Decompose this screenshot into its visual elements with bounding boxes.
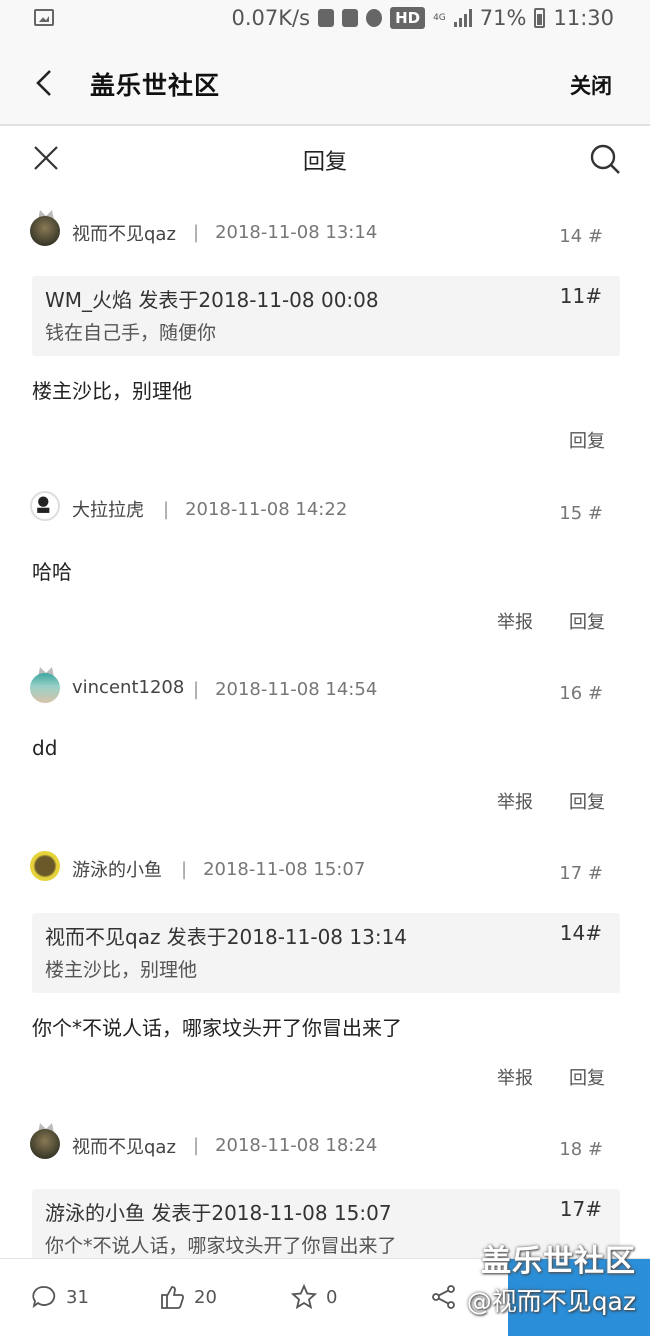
like-count: 20 <box>194 1286 217 1308</box>
quote-header: WM_火焰 发表于2018-11-08 00:08 <box>45 288 379 312</box>
report-button[interactable]: 举报 <box>497 608 533 634</box>
floor-number: 18 # <box>559 1139 603 1160</box>
quote-text: 你个*不说人话，哪家坟头开了你冒出来了 <box>45 1235 397 1257</box>
username[interactable]: 视而不见qaz <box>72 220 176 246</box>
username[interactable]: 游泳的小鱼 <box>72 856 162 882</box>
share-button[interactable] <box>430 1283 458 1311</box>
report-button[interactable]: 举报 <box>497 788 533 814</box>
reply-button[interactable]: 回复 <box>569 788 605 814</box>
post-date: 2018-11-08 13:14 <box>193 222 377 243</box>
battery-icon <box>534 8 546 28</box>
floor-number: 16 # <box>559 683 603 704</box>
floor-number: 14 # <box>559 226 603 247</box>
search-icon[interactable] <box>588 142 622 176</box>
quote-floor: 11# <box>559 284 602 308</box>
floor-number: 15 # <box>559 503 603 524</box>
reply-button[interactable]: 回复 <box>569 427 605 453</box>
star-icon <box>290 1283 318 1310</box>
quoted-reply: 视而不见qaz 发表于2018-11-08 13:14 14# 楼主沙比，别理他 <box>32 913 620 993</box>
favorite-button[interactable]: 0 <box>290 1283 337 1311</box>
post-date: 2018-11-08 15:07 <box>181 859 365 880</box>
avatar[interactable] <box>30 216 60 246</box>
floor-number: 17 # <box>559 863 603 884</box>
alarm-icon <box>366 9 383 27</box>
quoted-reply: 游泳的小鱼 发表于2018-11-08 15:07 17# 你个*不说人话，哪家… <box>32 1189 620 1269</box>
quote-header: 视而不见qaz 发表于2018-11-08 13:14 <box>45 925 408 949</box>
post-content: 楼主沙比，别理他 <box>32 379 192 403</box>
username[interactable]: 大拉拉虎 <box>72 496 144 522</box>
gallery-icon <box>34 9 54 26</box>
avatar[interactable] <box>30 673 60 703</box>
tiger-avatar-icon <box>37 496 50 513</box>
close-button[interactable]: 关闭 <box>570 70 612 100</box>
reply-header: 回复 <box>0 128 650 190</box>
title-bar: 盖乐世社区 关闭 <box>0 40 650 126</box>
network-speed: 0.07K/s <box>231 6 311 30</box>
avatar[interactable] <box>30 1129 60 1159</box>
avatar[interactable] <box>30 851 60 881</box>
network-type: 4G <box>433 12 446 23</box>
comment-button[interactable]: 31 <box>30 1283 89 1311</box>
like-button[interactable]: 20 <box>158 1283 217 1311</box>
comment-icon <box>32 1286 56 1309</box>
share-icon <box>432 1285 455 1309</box>
page-title: 盖乐世社区 <box>90 71 221 100</box>
reply-button[interactable]: 回复 <box>569 1064 605 1090</box>
back-arrow-icon[interactable] <box>32 68 60 98</box>
clock: 11:30 <box>553 6 614 30</box>
username[interactable]: 视而不见qaz <box>72 1133 176 1159</box>
reply-compose-button[interactable] <box>508 1259 650 1336</box>
post-content: 你个*不说人话，哪家坟头开了你冒出来了 <box>32 1016 402 1040</box>
favorite-count: 0 <box>326 1286 338 1308</box>
status-bar: 0.07K/s HD 4G 71% 11:30 <box>0 0 650 40</box>
battery-percent: 71% <box>479 6 527 30</box>
mute-icon <box>342 9 359 27</box>
quote-text: 楼主沙比，别理他 <box>45 959 198 981</box>
quote-floor: 14# <box>559 921 602 945</box>
quote-text: 钱在自己手，随便你 <box>45 322 217 344</box>
thumbs-up-icon <box>161 1286 185 1309</box>
post-content: 哈哈 <box>32 560 72 584</box>
post-date: 2018-11-08 18:24 <box>193 1135 377 1156</box>
signal-icon <box>453 9 472 27</box>
report-button[interactable]: 举报 <box>497 1064 533 1090</box>
bottom-action-bar: 31 20 0 <box>0 1258 650 1336</box>
post-date: 2018-11-08 14:22 <box>163 499 347 520</box>
username[interactable]: vincent1208 <box>72 677 184 698</box>
comment-count: 31 <box>66 1286 89 1308</box>
quoted-reply: WM_火焰 发表于2018-11-08 00:08 11# 钱在自己手，随便你 <box>32 276 620 356</box>
post-date: 2018-11-08 14:54 <box>193 679 377 700</box>
quote-floor: 17# <box>559 1197 602 1221</box>
reply-button[interactable]: 回复 <box>569 608 605 634</box>
post-content: dd <box>32 736 58 760</box>
recycle-icon <box>318 9 335 27</box>
avatar[interactable] <box>30 491 60 521</box>
hd-badge: HD <box>390 7 426 29</box>
reply-title: 回复 <box>302 150 347 175</box>
quote-header: 游泳的小鱼 发表于2018-11-08 15:07 <box>45 1201 392 1225</box>
